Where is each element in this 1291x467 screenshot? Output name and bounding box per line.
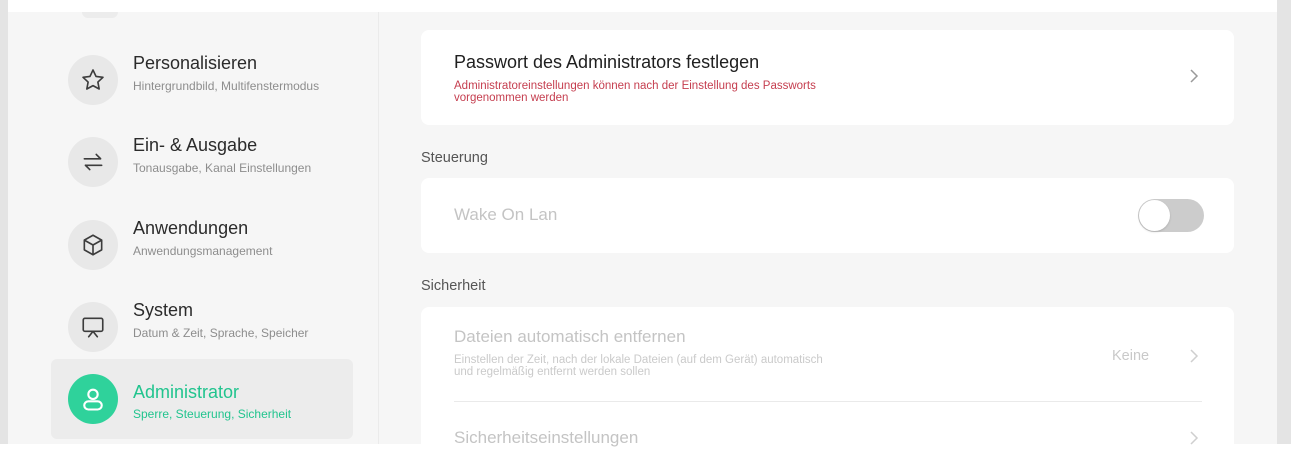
window-frame-top: [8, 0, 1277, 12]
wake-on-lan-row: Wake On Lan: [421, 178, 1234, 253]
security-card: Dateien automatisch entfernen Einstellen…: [421, 307, 1234, 467]
administrator-settings-panel: Passwort des Administrators festlegen Ad…: [379, 12, 1277, 467]
sidebar-item-title: System: [133, 300, 194, 320]
chevron-right-icon: [1190, 69, 1199, 83]
sidebar-item-title: Personalisieren: [133, 53, 258, 73]
sidebar-item-subtitle: Datum & Zeit, Sprache, Speicher: [133, 326, 309, 340]
set-admin-password-title: Passwort des Administrators festlegen: [454, 52, 760, 72]
sidebar-item-anwendungen[interactable]: Anwendungen Anwendungsmanagement: [51, 205, 353, 285]
sidebar-item-title: Ein- & Ausgabe: [133, 135, 258, 155]
sidebar-item-subtitle: Anwendungsmanagement: [133, 244, 273, 258]
security-settings-title: Sicherheitseinstellungen: [454, 428, 639, 447]
auto-delete-files-value: Keine: [1112, 348, 1150, 364]
star-icon: [68, 55, 118, 105]
sidebar-item-title: Anwendungen: [133, 218, 249, 238]
sidebar-item-title: Administrator: [133, 382, 240, 402]
sidebar-item-subtitle: Hintergrundbild, Multifenstermodus: [133, 79, 320, 93]
chevron-right-icon: [1190, 349, 1199, 363]
settings-sidebar: Personalisieren Hintergrundbild, Multife…: [8, 12, 379, 444]
sidebar-scroll-edge: [82, 12, 118, 18]
sidebar-item-system[interactable]: System Datum & Zeit, Sprache, Speicher: [51, 287, 353, 367]
sidebar-item-personalisieren[interactable]: Personalisieren Hintergrundbild, Multife…: [51, 40, 353, 120]
auto-delete-files-row[interactable]: Dateien automatisch entfernen Einstellen…: [421, 307, 1234, 401]
set-admin-password-description: Administratoreinstellungen können nach d…: [454, 80, 816, 104]
swap-arrows-icon: [68, 137, 118, 187]
window-frame-right: [1277, 0, 1291, 444]
sidebar-item-ein-ausgabe[interactable]: Ein- & Ausgabe Tonausgabe, Kanal Einstel…: [51, 122, 353, 202]
cube-icon: [68, 220, 118, 270]
section-label-steuerung: Steuerung: [421, 150, 488, 166]
user-icon: [68, 374, 118, 424]
sidebar-item-administrator[interactable]: Administrator Sperre, Steuerung, Sicherh…: [51, 359, 353, 439]
set-admin-password-card[interactable]: Passwort des Administrators festlegen Ad…: [421, 30, 1234, 125]
wake-on-lan-label: Wake On Lan: [454, 205, 558, 224]
toggle-knob: [1139, 200, 1170, 231]
presentation-screen-icon: [68, 302, 118, 352]
wake-on-lan-toggle[interactable]: [1138, 199, 1204, 232]
auto-delete-files-title: Dateien automatisch entfernen: [454, 327, 686, 346]
sidebar-item-subtitle: Tonausgabe, Kanal Einstellungen: [133, 161, 312, 175]
sidebar-item-subtitle: Sperre, Steuerung, Sicherheit: [133, 407, 292, 421]
auto-delete-files-description: Einstellen der Zeit, nach der lokale Dat…: [454, 354, 823, 378]
section-label-sicherheit: Sicherheit: [421, 278, 486, 294]
security-settings-row[interactable]: Sicherheitseinstellungen: [421, 402, 1234, 467]
window-frame-left: [0, 0, 8, 444]
